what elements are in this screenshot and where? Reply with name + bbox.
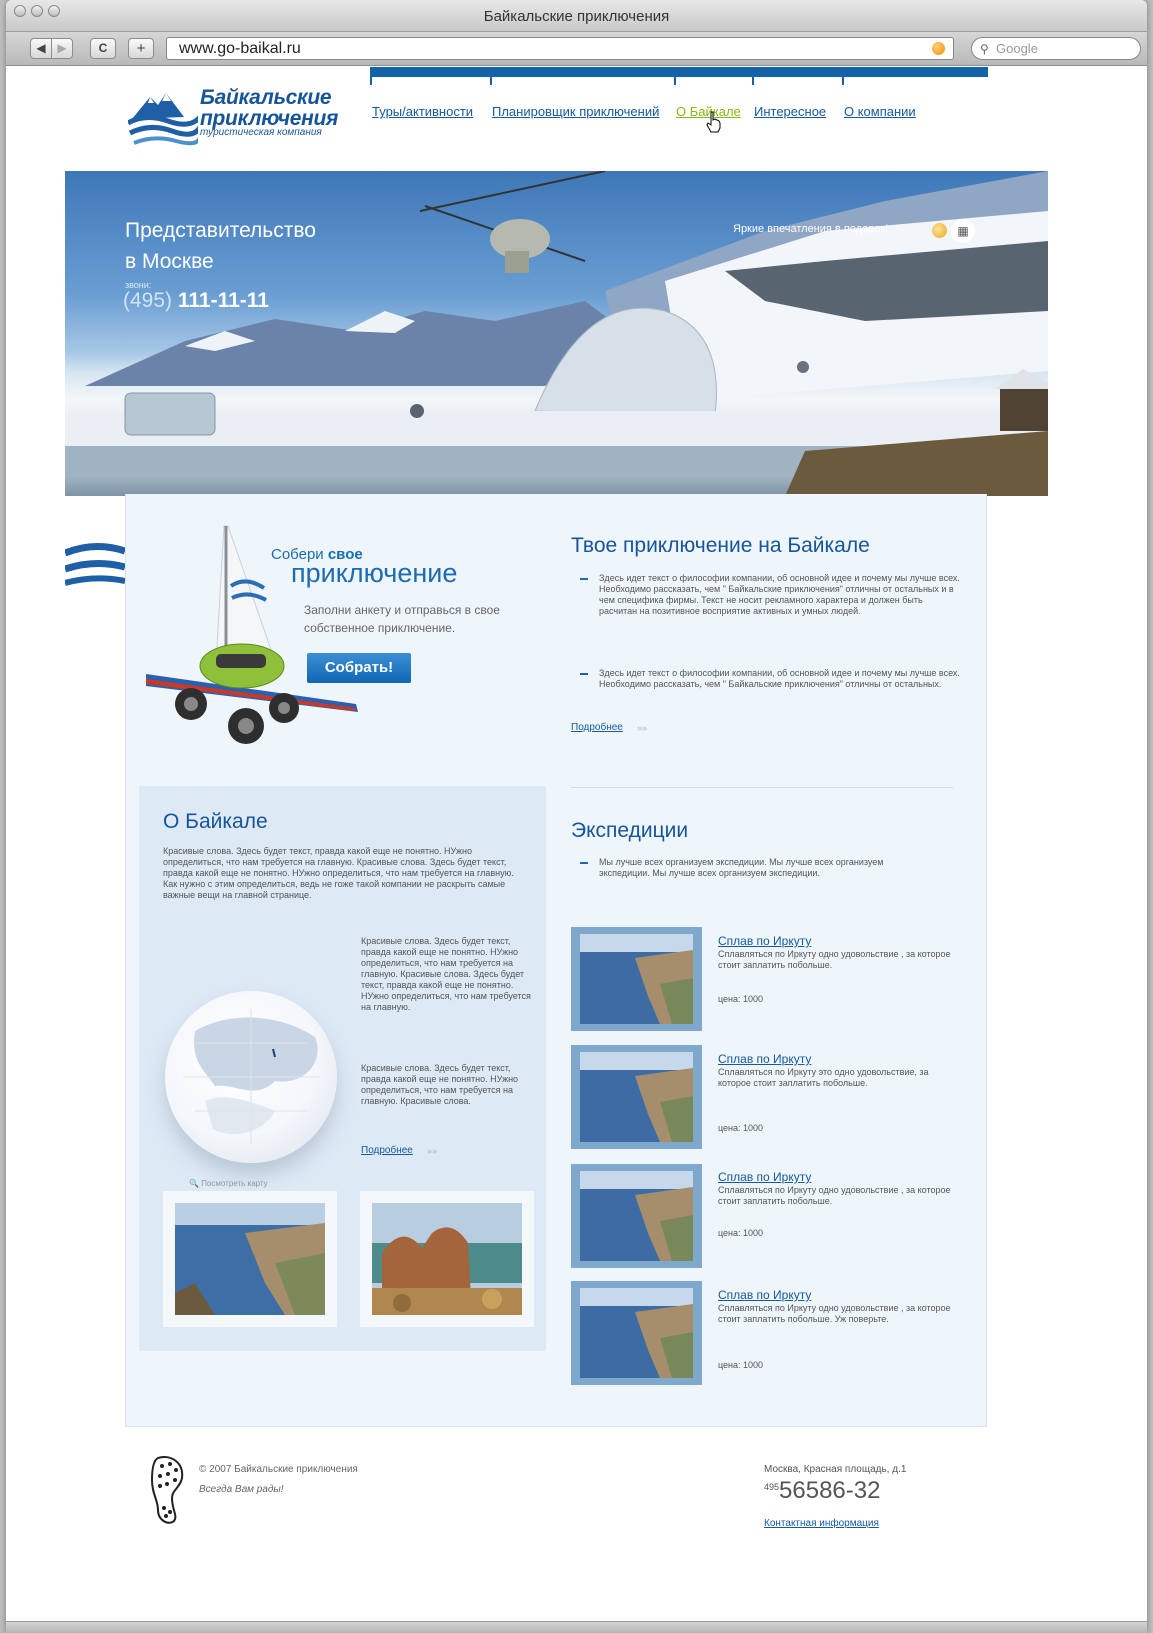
web-page: Байкальские приключения туристическая ко… xyxy=(6,67,1147,1621)
search-icon: ⚲ xyxy=(980,42,989,56)
site-logo[interactable]: Байкальские приключения туристическая ко… xyxy=(128,85,368,155)
collect-button[interactable]: Собрать! xyxy=(307,653,411,683)
about-more-link[interactable]: Подробнее xyxy=(361,1145,413,1156)
globe-icon xyxy=(183,1009,319,1145)
view-map-link[interactable]: 🔍 Посмотреть карту xyxy=(189,1179,268,1188)
office-heading: Представительство в Москве xyxy=(125,215,316,277)
add-bookmark-button[interactable]: + xyxy=(128,38,154,59)
hero-banner: Представительство в Москве звони: (495) … xyxy=(65,171,1048,496)
window-title: Байкальские приключения xyxy=(483,8,670,25)
globe-map-image[interactable] xyxy=(165,991,337,1163)
lake-photo-image xyxy=(580,1288,693,1378)
about-heading: О Байкале xyxy=(163,810,268,833)
expedition-price-3: цена: 1000 xyxy=(718,1228,764,1238)
footer-phone: 49556586-32 xyxy=(764,1477,880,1505)
view-map-label: Посмотреть карту xyxy=(201,1179,268,1188)
title-bar: Байкальские приключения xyxy=(6,0,1147,32)
adventure-more-link[interactable]: Подробнее xyxy=(571,722,623,733)
expedition-title-4[interactable]: Сплав по Иркуту xyxy=(718,1288,811,1302)
hero-phone-number: 111-11-11 xyxy=(177,289,269,312)
footer-phone-number: 56586-32 xyxy=(779,1477,881,1504)
address-bar[interactable]: www.go-baikal.ru xyxy=(166,37,954,60)
search-placeholder: Google xyxy=(996,41,1038,56)
browser-window: Байкальские приключения ◀ ▶ C + www.go-b… xyxy=(6,0,1147,1633)
back-button[interactable]: ◀ xyxy=(30,38,52,59)
rock-shore-photo-image xyxy=(372,1203,522,1315)
office-line-1: Представительство xyxy=(125,219,316,242)
gift-next-button[interactable]: ▦ xyxy=(951,219,975,243)
nav-item-planner[interactable]: Планировщик приключений xyxy=(492,104,659,119)
lake-coast-photo-image xyxy=(175,1203,325,1315)
expeditions-intro: Мы лучше всех организуем экспедиции. Мы … xyxy=(571,857,921,879)
about-more-arrow-icon: »» xyxy=(427,1146,438,1156)
nav-top-bar xyxy=(370,67,988,85)
about-intro: Красивые слова. Здесь будет текст, правд… xyxy=(163,846,514,900)
section-divider xyxy=(571,787,953,788)
lake-photo-image xyxy=(580,1171,693,1261)
contact-info-link[interactable]: Контактная информация xyxy=(764,1518,879,1529)
hero-phone-code: (495) xyxy=(123,289,173,312)
hero-phone: (495) 111-11-11 xyxy=(123,289,269,313)
nav-item-tours[interactable]: Туры/активности xyxy=(372,104,473,119)
promo-text: Заполни анкету и отправься в свое собств… xyxy=(304,603,500,635)
footer-copyright: © 2007 Байкальские приключения xyxy=(199,1464,358,1475)
office-line-2: в Москве xyxy=(125,250,214,273)
logo-title: Байкальские приключения xyxy=(200,87,338,129)
expedition-desc-4: Сплавляться по Иркуту одно удовольствие … xyxy=(718,1303,951,1324)
expeditions-heading: Экспедиции xyxy=(571,819,689,842)
about-side-text-2: Красивые слова. Здесь будет текст, правд… xyxy=(361,1063,519,1106)
adventure-paragraph-1: Здесь идет текст о философии компании, о… xyxy=(571,573,961,617)
expedition-title-3[interactable]: Сплав по Иркуту xyxy=(718,1170,811,1184)
footer-slogan: Всегда Вам рады! xyxy=(199,1484,284,1495)
expedition-desc-1: Сплавляться по Иркуту одно удовольствие … xyxy=(718,949,951,970)
mountain-wave-logo-icon xyxy=(128,93,198,146)
adventure-paragraph-2: Здесь идет текст о философии компании, о… xyxy=(571,668,961,690)
url-text: www.go-baikal.ru xyxy=(179,40,301,57)
about-side-text-1: Красивые слова. Здесь будет текст, правд… xyxy=(361,936,531,1012)
search-field[interactable]: ⚲ Google xyxy=(971,37,1141,60)
lake-photo-image xyxy=(580,934,693,1024)
expedition-price-2: цена: 1000 xyxy=(718,1123,764,1133)
expedition-desc-3: Сплавляться по Иркуту одно удовольствие … xyxy=(718,1185,951,1206)
magnifier-icon: 🔍 xyxy=(189,1179,199,1188)
adventure-heading: Твое приключение на Байкале xyxy=(571,534,870,557)
logo-line-1: Байкальские xyxy=(200,86,332,109)
nav-item-about-company[interactable]: О компании xyxy=(844,104,916,119)
rss-icon[interactable] xyxy=(932,42,945,55)
adventure-more-arrow-icon: »» xyxy=(637,723,648,733)
gift-text[interactable]: Яркие впечатления в подарок! xyxy=(733,223,888,235)
expedition-desc-2: Сплавляться по Иркуту это одно удовольст… xyxy=(718,1067,929,1088)
lake-photo-image xyxy=(580,1052,693,1142)
logo-tagline: туристическая компания xyxy=(200,127,322,138)
footprint-icon xyxy=(150,1456,184,1524)
expedition-image-3[interactable] xyxy=(571,1164,702,1268)
expedition-price-1: цена: 1000 xyxy=(718,994,764,1004)
promo-title: приключение xyxy=(291,558,458,588)
expedition-image-2[interactable] xyxy=(571,1045,702,1149)
expedition-title-2[interactable]: Сплав по Иркуту xyxy=(718,1052,811,1066)
hand-cursor-icon xyxy=(706,111,721,133)
expedition-price-4: цена: 1000 xyxy=(718,1360,764,1370)
browser-toolbar: ◀ ▶ C + www.go-baikal.ru ⚲ Google xyxy=(6,32,1147,66)
main-content: Собери свое приключение Заполни анкету и… xyxy=(125,494,987,1427)
about-baikal-panel: О Байкале Красивые слова. Здесь будет те… xyxy=(139,786,546,1351)
expedition-image-1[interactable] xyxy=(571,927,702,1031)
baikal-photo-1[interactable] xyxy=(163,1191,337,1327)
forward-button[interactable]: ▶ xyxy=(51,38,73,59)
reload-button[interactable]: C xyxy=(90,38,116,59)
wave-decoration-icon xyxy=(65,543,127,586)
gift-icon[interactable] xyxy=(932,223,947,238)
baikal-photo-2[interactable] xyxy=(360,1191,534,1327)
expedition-image-4[interactable] xyxy=(571,1281,702,1385)
nav-item-interesting[interactable]: Интересное xyxy=(754,104,826,119)
footer-phone-code: 495 xyxy=(764,1482,780,1492)
expedition-title-1[interactable]: Сплав по Иркуту xyxy=(718,934,811,948)
footer-address: Москва, Красная площадь, д.1 xyxy=(764,1464,907,1475)
window-bottom-bar xyxy=(6,1621,1147,1633)
